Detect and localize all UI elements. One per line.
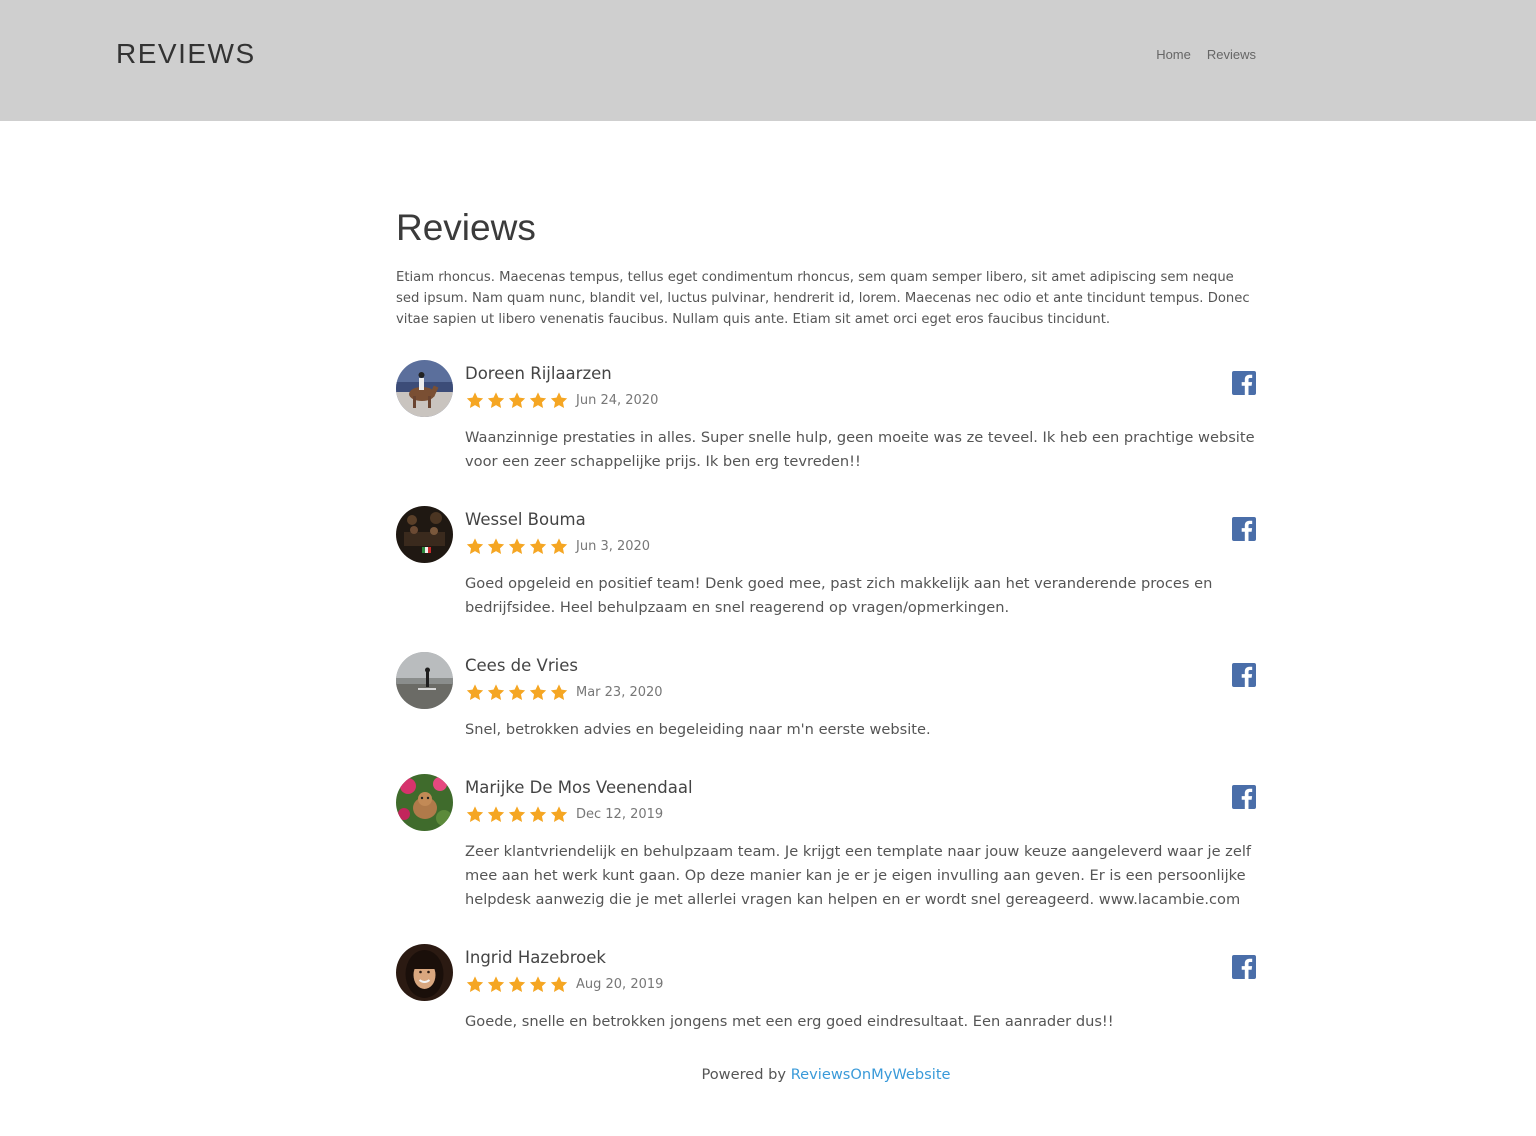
star-icon xyxy=(466,537,484,554)
reviewer-name[interactable]: Wessel Bouma xyxy=(465,506,1256,531)
star-icon xyxy=(550,975,568,992)
star-icon xyxy=(487,391,505,408)
avatar xyxy=(396,652,453,709)
review-body: Ingrid Hazebroek Aug 20, 2019 Goede, sne… xyxy=(465,944,1256,1034)
review-meta: Jun 24, 2020 xyxy=(465,390,1256,410)
star-icon xyxy=(529,683,547,700)
powered-by-label: Powered by xyxy=(701,1066,787,1083)
avatar xyxy=(396,944,453,1001)
review-item: Wessel Bouma Jun 3, 2020 Goed opgeleid e… xyxy=(396,506,1256,652)
reviewer-name[interactable]: Ingrid Hazebroek xyxy=(465,944,1256,969)
review-text: Goede, snelle en betrokken jongens met e… xyxy=(465,1013,1114,1030)
review-text: Zeer klantvriendelijk en behulpzaam team… xyxy=(465,843,1252,908)
review-body: Marijke De Mos Veenendaal Dec 12, 2019 Z… xyxy=(465,774,1256,912)
star-icon xyxy=(508,683,526,700)
star-icon xyxy=(529,975,547,992)
review-item: Ingrid Hazebroek Aug 20, 2019 Goede, sne… xyxy=(396,944,1256,1044)
star-icon xyxy=(466,805,484,822)
star-icon xyxy=(508,805,526,822)
review-body: Cees de Vries Mar 23, 2020 Snel, betrokk… xyxy=(465,652,1256,742)
reviewer-name[interactable]: Marijke De Mos Veenendaal xyxy=(465,774,1256,799)
review-item: Doreen Rijlaarzen Jun 24, 2020 Waanzinni… xyxy=(396,360,1256,506)
star-icon xyxy=(487,975,505,992)
review-date: Jun 3, 2020 xyxy=(576,538,651,554)
star-icon xyxy=(550,391,568,408)
review-meta: Aug 20, 2019 xyxy=(465,974,1256,994)
star-icon xyxy=(529,537,547,554)
powered-by: Powered by ReviewsOnMyWebsite xyxy=(0,1066,1536,1083)
reviewer-name[interactable]: Cees de Vries xyxy=(465,652,1256,677)
powered-by-link[interactable]: ReviewsOnMyWebsite xyxy=(791,1066,951,1083)
site-logo[interactable]: REVIEWS xyxy=(116,38,256,70)
star-rating xyxy=(465,805,569,824)
facebook-icon[interactable] xyxy=(1232,785,1256,809)
review-date: Aug 20, 2019 xyxy=(576,976,664,992)
facebook-icon[interactable] xyxy=(1232,663,1256,687)
review-date: Mar 23, 2020 xyxy=(576,684,663,700)
review-text: Waanzinnige prestaties in alles. Super s… xyxy=(465,429,1255,470)
star-icon xyxy=(508,391,526,408)
nav-item-home[interactable]: Home xyxy=(1156,47,1191,62)
star-rating xyxy=(465,537,569,556)
facebook-icon[interactable] xyxy=(1232,955,1256,979)
review-list: Doreen Rijlaarzen Jun 24, 2020 Waanzinni… xyxy=(396,360,1256,1044)
review-body: Doreen Rijlaarzen Jun 24, 2020 Waanzinni… xyxy=(465,360,1256,474)
star-icon xyxy=(550,805,568,822)
review-item: Cees de Vries Mar 23, 2020 Snel, betrokk… xyxy=(396,652,1256,774)
facebook-icon[interactable] xyxy=(1232,371,1256,395)
review-date: Dec 12, 2019 xyxy=(576,806,664,822)
nav-item-reviews[interactable]: Reviews xyxy=(1207,47,1256,62)
review-text: Snel, betrokken advies en begeleiding na… xyxy=(465,721,931,738)
reviewer-name[interactable]: Doreen Rijlaarzen xyxy=(465,360,1256,385)
star-icon xyxy=(508,537,526,554)
star-icon xyxy=(550,537,568,554)
star-icon xyxy=(466,975,484,992)
star-icon xyxy=(466,683,484,700)
star-icon xyxy=(529,391,547,408)
star-icon xyxy=(466,391,484,408)
star-icon xyxy=(487,537,505,554)
star-icon xyxy=(487,683,505,700)
star-icon xyxy=(529,805,547,822)
star-rating xyxy=(465,975,569,994)
review-meta: Mar 23, 2020 xyxy=(465,682,1256,702)
review-meta: Jun 3, 2020 xyxy=(465,536,1256,556)
main-nav: Home Reviews xyxy=(1156,47,1256,62)
page-title: Reviews xyxy=(396,207,536,248)
avatar xyxy=(396,774,453,831)
review-meta: Dec 12, 2019 xyxy=(465,804,1256,824)
facebook-icon[interactable] xyxy=(1232,517,1256,541)
review-item: Marijke De Mos Veenendaal Dec 12, 2019 Z… xyxy=(396,774,1256,944)
review-date: Jun 24, 2020 xyxy=(576,392,659,408)
star-icon xyxy=(550,683,568,700)
site-header: REVIEWS Home Reviews xyxy=(0,0,1536,121)
star-rating xyxy=(465,683,569,702)
review-body: Wessel Bouma Jun 3, 2020 Goed opgeleid e… xyxy=(465,506,1256,620)
review-text: Goed opgeleid en positief team! Denk goe… xyxy=(465,575,1213,616)
star-rating xyxy=(465,391,569,410)
main-content: Reviews Etiam rhoncus. Maecenas tempus, … xyxy=(396,205,1256,1044)
avatar xyxy=(396,506,453,563)
star-icon xyxy=(487,805,505,822)
star-icon xyxy=(508,975,526,992)
intro-text: Etiam rhoncus. Maecenas tempus, tellus e… xyxy=(396,270,1250,327)
avatar xyxy=(396,360,453,417)
